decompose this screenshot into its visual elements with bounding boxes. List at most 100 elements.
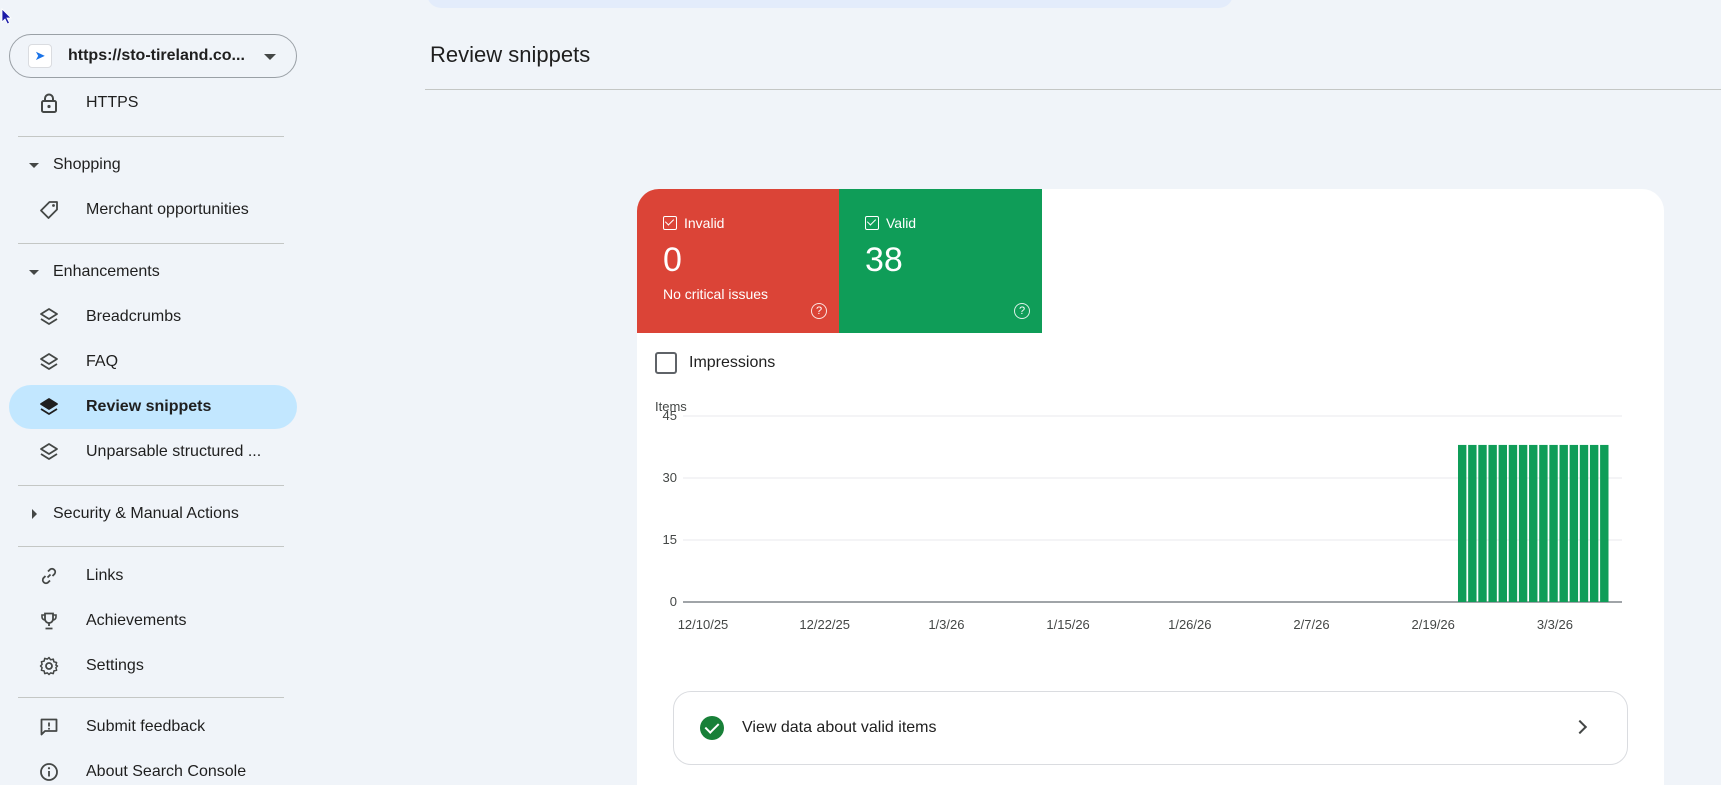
- invalid-count: 0: [663, 241, 682, 279]
- bar: [1539, 444, 1548, 602]
- bar: [1569, 444, 1579, 602]
- checkbox-checked-icon: [663, 216, 677, 230]
- tile-label: Invalid: [684, 215, 725, 231]
- checkbox-checked-icon: [865, 216, 879, 230]
- view-valid-items-button[interactable]: View data about valid items: [673, 691, 1628, 765]
- x-tick-label: 2/19/26: [1412, 617, 1455, 632]
- sidebar-item-label: Unparsable structured ...: [86, 443, 262, 460]
- report-card: Invalid 0 No critical issues ? Valid 38 …: [637, 189, 1664, 785]
- sidebar-item-settings[interactable]: Settings: [9, 644, 297, 688]
- sidebar-item-breadcrumbs[interactable]: Breadcrumbs: [9, 295, 297, 339]
- sidebar-item-label: FAQ: [86, 353, 119, 370]
- sidebar-item-achievements[interactable]: Achievements: [9, 599, 297, 643]
- caret-down-icon: [29, 162, 39, 168]
- layers-icon: [39, 352, 59, 372]
- search-bar[interactable]: [427, 0, 1233, 8]
- y-tick-label: 30: [663, 470, 677, 485]
- y-tick-label: 0: [670, 594, 677, 609]
- sidebar-item-label: Merchant opportunities: [86, 201, 249, 218]
- sidebar-item-label: Achievements: [86, 612, 187, 629]
- sidebar-item-review-snippets[interactable]: Review snippets: [9, 385, 297, 429]
- property-url: https://sto-tireland.co...: [68, 47, 245, 64]
- bar: [1458, 444, 1467, 602]
- gear-icon: [39, 656, 59, 676]
- bar: [1488, 444, 1497, 602]
- sidebar-item-unparsable-structured-data[interactable]: Unparsable structured ...: [9, 430, 297, 474]
- divider: [425, 89, 1721, 90]
- sidebar-item-label: HTTPS: [86, 94, 139, 111]
- x-tick-label: 3/3/26: [1537, 617, 1573, 632]
- bar: [1549, 444, 1558, 602]
- sidebar-item-merchant-opportunities[interactable]: Merchant opportunities: [9, 188, 297, 232]
- divider: [18, 243, 284, 244]
- tile-header: Invalid: [663, 215, 839, 231]
- x-tick-label: 12/10/25: [678, 617, 729, 632]
- impressions-toggle[interactable]: Impressions: [655, 352, 775, 374]
- tag-icon: [39, 200, 59, 220]
- invalid-tile[interactable]: Invalid 0 No critical issues ?: [637, 189, 839, 333]
- sidebar-item-label: Breadcrumbs: [86, 308, 182, 325]
- check-circle-icon: [700, 716, 724, 740]
- section-label: Enhancements: [53, 263, 160, 280]
- bar: [1579, 444, 1589, 602]
- sidebar-item-faq[interactable]: FAQ: [9, 340, 297, 384]
- sidebar-item-links[interactable]: Links: [9, 554, 297, 598]
- layers-filled-icon: [39, 397, 59, 417]
- layers-icon: [39, 442, 59, 462]
- layers-icon: [39, 307, 59, 327]
- sidebar-item-https[interactable]: HTTPS: [9, 81, 297, 125]
- sidebar: ➤ https://sto-tireland.co... HTTPS Shopp…: [0, 0, 300, 785]
- sidebar-item-about[interactable]: About Search Console: [9, 750, 297, 785]
- x-tick-label: 1/26/26: [1168, 617, 1211, 632]
- divider: [18, 485, 284, 486]
- x-tick-label: 2/7/26: [1293, 617, 1329, 632]
- bar: [1559, 444, 1568, 602]
- sidebar-item-label: Settings: [86, 657, 144, 674]
- divider: [18, 136, 284, 137]
- lock-icon: [39, 93, 59, 113]
- section-enhancements[interactable]: Enhancements: [9, 252, 297, 292]
- bar: [1529, 444, 1538, 602]
- valid-count: 38: [865, 241, 903, 279]
- help-icon[interactable]: ?: [1014, 303, 1030, 319]
- sidebar-item-submit-feedback[interactable]: Submit feedback: [9, 705, 297, 749]
- x-tick-label: 12/22/25: [799, 617, 850, 632]
- y-tick-label: 15: [663, 532, 677, 547]
- bar: [1478, 444, 1487, 602]
- page-title: Review snippets: [430, 42, 591, 67]
- sidebar-item-label: About Search Console: [86, 763, 247, 780]
- caret-down-icon: [29, 269, 39, 275]
- feedback-icon: [39, 717, 59, 737]
- trophy-icon: [39, 611, 59, 631]
- site-favicon-icon: ➤: [28, 44, 52, 68]
- section-security-manual-actions[interactable]: Security & Manual Actions: [9, 494, 297, 534]
- invalid-subtext: No critical issues: [663, 286, 769, 302]
- property-selector[interactable]: ➤ https://sto-tireland.co...: [9, 34, 297, 78]
- tile-label: Valid: [886, 215, 917, 231]
- section-label: Security & Manual Actions: [53, 505, 239, 522]
- view-valid-items-label: View data about valid items: [742, 719, 937, 736]
- caret-right-icon: [32, 509, 37, 519]
- impressions-label: Impressions: [689, 354, 776, 371]
- tile-header: Valid: [865, 215, 1042, 231]
- valid-tile[interactable]: Valid 38 ?: [839, 189, 1042, 333]
- items-bar-chart: Items015304512/10/25 12/22/25 1/3/26 1/15/2…: [655, 399, 1622, 632]
- section-label: Shopping: [53, 156, 121, 173]
- bar: [1468, 444, 1477, 602]
- sidebar-item-label: Review snippets: [86, 398, 212, 415]
- x-tick-label: 1/3/26: [928, 617, 964, 632]
- chevron-down-icon: [264, 54, 276, 60]
- divider: [18, 697, 284, 698]
- help-icon[interactable]: ?: [811, 303, 827, 319]
- section-shopping[interactable]: Shopping: [9, 145, 297, 185]
- bar: [1600, 444, 1609, 602]
- bar: [1498, 444, 1507, 602]
- chevron-right-icon: [1572, 719, 1588, 735]
- divider: [18, 546, 284, 547]
- sidebar-item-label: Submit feedback: [86, 718, 206, 735]
- y-tick-label: 45: [663, 408, 677, 423]
- link-icon: [39, 566, 59, 586]
- bar: [1589, 444, 1599, 602]
- info-icon: [39, 762, 59, 782]
- x-tick-label: 1/15/26: [1046, 617, 1089, 632]
